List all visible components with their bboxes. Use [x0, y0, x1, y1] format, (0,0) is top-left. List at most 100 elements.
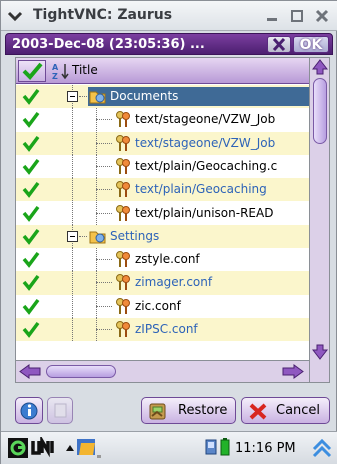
folder-keyboard-icon[interactable]: [75, 437, 119, 461]
tree-item-label: text/stageone/VZW_Job: [135, 135, 276, 150]
tree-item-label: zstyle.conf: [135, 252, 200, 267]
scroll-up-icon[interactable]: [312, 59, 328, 75]
select-all-checkbox[interactable]: [18, 60, 46, 82]
disabled-button[interactable]: [47, 397, 73, 424]
sort-az-icon[interactable]: A Z: [52, 62, 70, 80]
folder-icon: [89, 231, 106, 244]
horizontal-scroll-thumb[interactable]: [46, 365, 116, 378]
tree-line: [96, 282, 112, 284]
input-method-icon[interactable]: [31, 437, 61, 459]
keys-icon: [116, 181, 130, 198]
tree-item-label: text/plain/unison-READ: [135, 205, 274, 220]
tree-item[interactable]: zIPSC.conf: [113, 320, 309, 339]
keys-icon: [116, 134, 130, 151]
tree-line: [96, 305, 112, 307]
checkmark-icon[interactable]: [22, 251, 40, 268]
scroll-right-icon[interactable]: [282, 364, 304, 379]
tree-item[interactable]: text/plain/Geocaching: [113, 180, 309, 199]
vnc-titlebar[interactable]: TightVNC: Zaurus: [1, 1, 337, 31]
tree-item-label: Documents: [110, 89, 179, 103]
tree-file-row[interactable]: text/stageone/VZW_Job: [16, 131, 309, 155]
dialog-title: 2003-Dec-08 (23:05:36) ...: [12, 37, 205, 52]
tree-item[interactable]: Documents: [88, 87, 309, 106]
scroll-down-icon[interactable]: [312, 344, 328, 360]
dialog-ok-button[interactable]: OK: [293, 36, 329, 53]
maximize-icon[interactable]: [290, 9, 304, 23]
keys-icon: [116, 204, 130, 221]
vertical-scroll-thumb[interactable]: [313, 78, 327, 144]
tree-file-row[interactable]: text/plain/Geocaching.c: [16, 154, 309, 179]
tree-item-label: zIPSC.conf: [135, 322, 198, 336]
checkmark-icon[interactable]: [22, 298, 40, 315]
tree-file-row[interactable]: zstyle.conf: [16, 248, 309, 272]
tree-item[interactable]: zic.conf: [113, 297, 309, 316]
scroll-left-icon[interactable]: [19, 364, 41, 379]
vertical-scrollbar[interactable]: [309, 58, 329, 382]
folder-icon: [89, 91, 106, 104]
info-icon: [20, 402, 38, 420]
bottom-toolbar: Restore Cancel: [15, 397, 330, 425]
vnc-window: TightVNC: Zaurus 2003-Dec-08 (23:05:36) …: [0, 0, 337, 464]
checkmark-icon[interactable]: [22, 181, 40, 199]
dialog-close-button[interactable]: [267, 36, 291, 53]
column-header-title[interactable]: Title: [72, 63, 98, 77]
chevron-up-icon[interactable]: [311, 437, 333, 459]
tree-item-label: text/stageone/VZW_Job: [135, 112, 276, 127]
tree-rows: Documents text/stageone/VZW_Job text/stage…: [16, 85, 309, 382]
tree-item[interactable]: text/stageone/VZW_Job: [113, 110, 309, 129]
collapse-toggle[interactable]: [67, 91, 78, 102]
tree-line: [96, 165, 112, 167]
collapse-toggle[interactable]: [67, 230, 78, 242]
backup-tree-list: A Z Title Documents text/stageone/VZW_Job…: [15, 57, 330, 383]
tree-item[interactable]: zimager.conf: [113, 273, 309, 292]
keys-icon: [116, 251, 130, 268]
checkmark-icon[interactable]: [22, 274, 40, 292]
close-icon[interactable]: [315, 9, 329, 23]
horizontal-scrollbar[interactable]: [16, 360, 309, 382]
red-x-icon: [249, 403, 267, 420]
tree-file-row[interactable]: text/stageone/VZW_Job: [16, 108, 309, 132]
storage-card-icon[interactable]: [205, 437, 217, 459]
checkmark-icon[interactable]: [22, 228, 40, 245]
tree-item[interactable]: text/plain/unison-READ: [113, 204, 309, 223]
close-icon: [272, 37, 286, 52]
keys-icon: [116, 274, 130, 291]
tree-item-label: text/plain/Geocaching.c: [135, 158, 278, 173]
keys-icon: [116, 111, 130, 128]
tree-file-row[interactable]: zimager.conf: [16, 271, 309, 295]
svg-text:A: A: [52, 63, 59, 72]
battery-icon[interactable]: [219, 437, 231, 459]
keys-icon: [116, 157, 130, 174]
checkmark-icon[interactable]: [22, 88, 40, 105]
info-button[interactable]: [15, 397, 43, 424]
chevron-down-icon[interactable]: [7, 8, 23, 24]
restore-button[interactable]: Restore: [141, 397, 236, 424]
tree-item[interactable]: zstyle.conf: [113, 250, 309, 269]
tree-file-row[interactable]: zIPSC.conf: [16, 318, 309, 342]
checkmark-icon[interactable]: [22, 321, 40, 338]
tree-item[interactable]: Settings: [88, 227, 309, 246]
checkmark-icon[interactable]: [22, 205, 40, 222]
checkmark-icon[interactable]: [22, 111, 40, 129]
tree-line: [72, 178, 73, 202]
tree-line: [79, 235, 87, 237]
tree-folder-row[interactable]: Settings: [16, 224, 309, 249]
checkmark-icon[interactable]: [22, 158, 40, 175]
tree-line: [96, 329, 112, 330]
list-header: A Z Title: [16, 58, 309, 84]
clock[interactable]: 11:16 PM: [235, 441, 296, 456]
tree-item[interactable]: text/plain/Geocaching.c: [113, 157, 309, 176]
tree-line: [96, 212, 112, 214]
app-launcher-icon[interactable]: [7, 437, 29, 459]
tree-folder-row[interactable]: Documents: [16, 85, 309, 109]
up-triangle-icon[interactable]: [65, 437, 75, 459]
tree-line: [72, 131, 73, 155]
tree-file-row[interactable]: text/plain/Geocaching: [16, 178, 309, 202]
tree-file-row[interactable]: text/plain/unison-READ: [16, 201, 309, 225]
tree-item[interactable]: text/stageone/VZW_Job: [113, 134, 309, 153]
restore-label: Restore: [178, 403, 228, 418]
minimize-icon[interactable]: [265, 9, 279, 23]
tree-file-row[interactable]: zic.conf: [16, 294, 309, 318]
checkmark-icon[interactable]: [22, 135, 40, 152]
cancel-button[interactable]: Cancel: [241, 397, 330, 424]
